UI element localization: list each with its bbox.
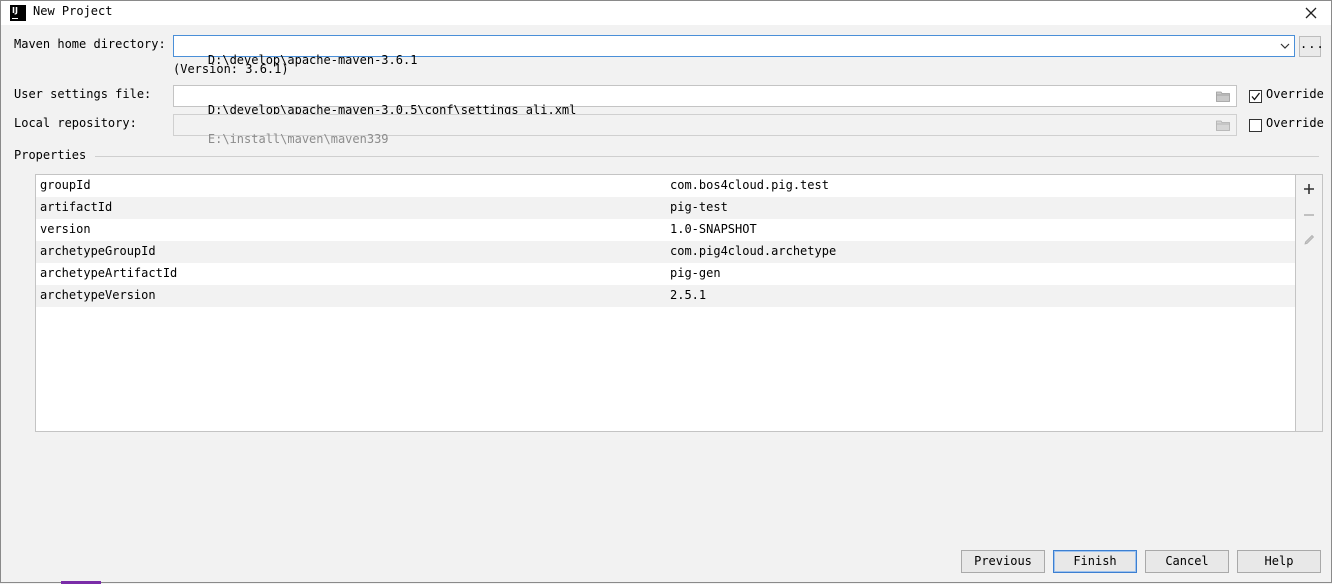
table-row[interactable]: artifactId pig-test <box>36 197 1295 219</box>
table-row[interactable]: archetypeArtifactId pig-gen <box>36 263 1295 285</box>
new-project-dialog: IJ New Project Maven home directory: D:\… <box>0 0 1332 584</box>
property-value: com.bos4cloud.pig.test <box>670 178 829 192</box>
property-value: pig-test <box>670 200 728 214</box>
user-settings-field[interactable]: D:\develop\apache-maven-3.0.5\conf\setti… <box>173 85 1237 117</box>
properties-separator <box>95 156 1319 157</box>
close-icon <box>1305 7 1317 19</box>
browse-maven-home-button[interactable]: ... <box>1299 36 1324 57</box>
folder-icon <box>1216 120 1230 131</box>
property-value: 1.0-SNAPSHOT <box>670 222 757 236</box>
maven-home-combo[interactable]: D:\develop\apache-maven-3.6.1 <box>173 35 1295 67</box>
local-repository-field: E:\install\maven\maven339 <box>173 114 1237 146</box>
property-key: archetypeVersion <box>40 288 156 302</box>
property-value: pig-gen <box>670 266 721 280</box>
property-key: version <box>40 222 91 236</box>
finish-button[interactable]: Finish <box>1053 550 1137 573</box>
property-key: artifactId <box>40 200 113 214</box>
property-key: archetypeArtifactId <box>40 266 178 280</box>
properties-toolbar <box>1296 174 1323 432</box>
repo-override-label: Override <box>1266 116 1324 130</box>
pencil-icon[interactable] <box>1302 233 1316 247</box>
property-value: com.pig4cloud.archetype <box>670 244 837 258</box>
folder-icon[interactable] <box>1216 90 1230 102</box>
window-title: New Project <box>33 4 113 18</box>
maven-home-label: Maven home directory: <box>14 37 166 51</box>
property-value: 2.5.1 <box>670 288 707 302</box>
help-button[interactable]: Help <box>1237 550 1321 573</box>
table-row[interactable]: version 1.0-SNAPSHOT <box>36 219 1295 241</box>
intellij-logo-icon: IJ <box>10 5 26 21</box>
minus-icon[interactable] <box>1302 208 1316 222</box>
table-row[interactable]: archetypeGroupId com.pig4cloud.archetype <box>36 241 1295 263</box>
local-repository-label: Local repository: <box>14 116 137 130</box>
user-settings-label: User settings file: <box>14 87 152 101</box>
plus-icon[interactable] <box>1302 182 1316 196</box>
local-repository-value: E:\install\maven\maven339 <box>207 132 389 146</box>
property-key: archetypeGroupId <box>40 244 156 258</box>
checkmark-icon <box>1251 92 1261 101</box>
settings-override-checkbox[interactable] <box>1249 90 1262 103</box>
table-row[interactable]: archetypeVersion 2.5.1 <box>36 285 1295 307</box>
chevron-down-icon[interactable] <box>1280 41 1290 51</box>
cancel-button[interactable]: Cancel <box>1145 550 1229 573</box>
property-key: groupId <box>40 178 91 192</box>
settings-override-label: Override <box>1266 87 1324 101</box>
title-bar: IJ New Project <box>1 1 1331 25</box>
previous-button[interactable]: Previous <box>961 550 1045 573</box>
table-row[interactable]: groupId com.bos4cloud.pig.test <box>36 175 1295 197</box>
properties-title: Properties <box>14 148 87 162</box>
close-button[interactable] <box>1297 2 1325 24</box>
maven-version-text: (Version: 3.6.1) <box>173 62 289 76</box>
repo-override-checkbox[interactable] <box>1249 119 1262 132</box>
properties-table[interactable]: groupId com.bos4cloud.pig.test artifactI… <box>35 174 1296 432</box>
